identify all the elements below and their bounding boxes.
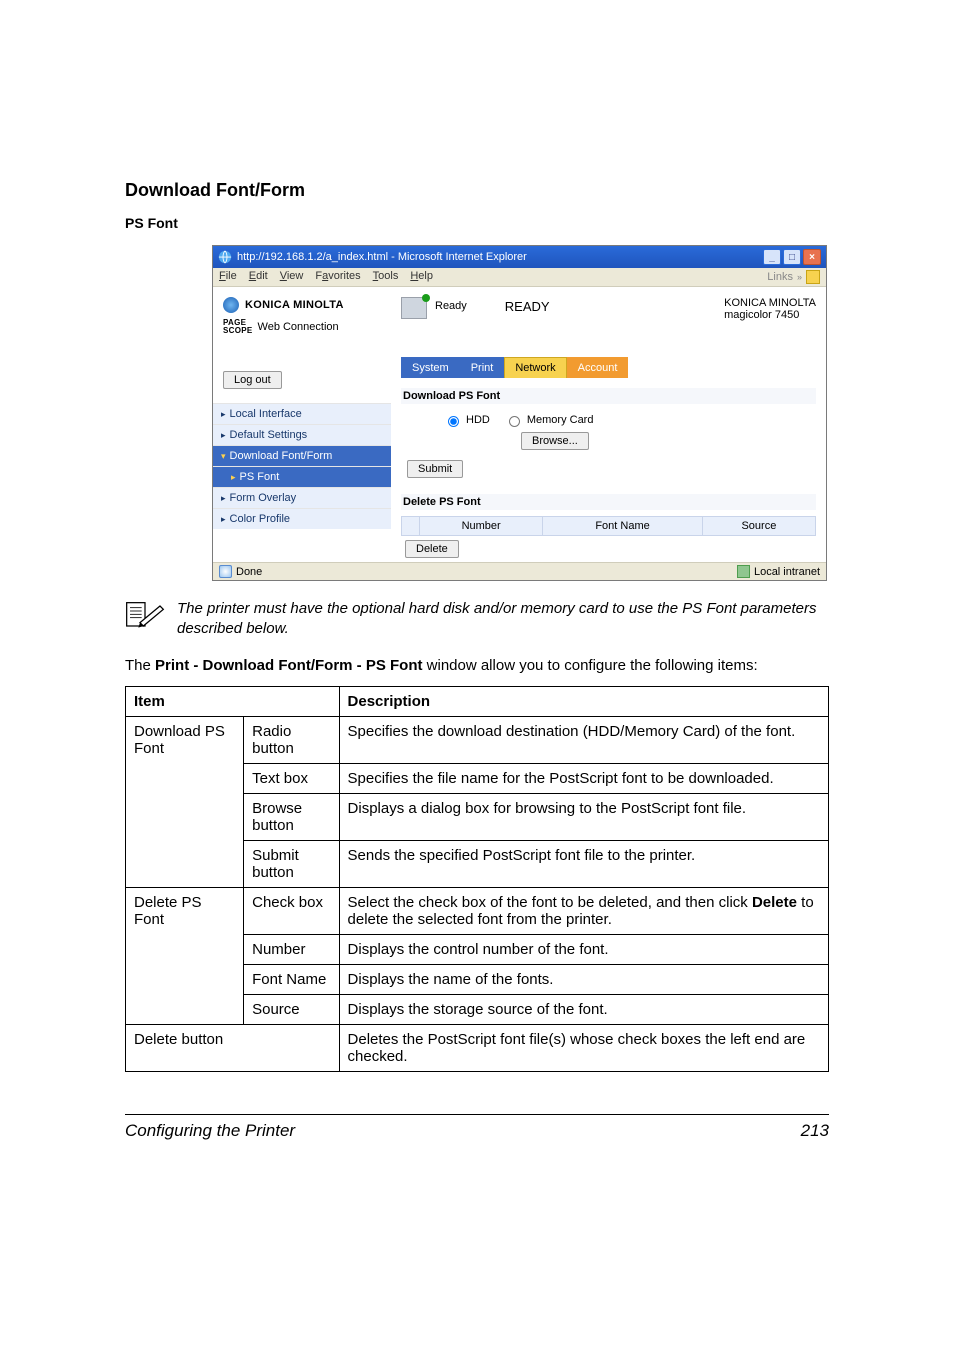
browser-window: http://192.168.1.2/a_index.html - Micros… bbox=[212, 245, 827, 581]
note-text: The printer must have the optional hard … bbox=[177, 599, 829, 640]
status-big: READY bbox=[505, 299, 550, 314]
cell-desc: Specifies the download destination (HDD/… bbox=[339, 716, 828, 763]
cell-sub: Font Name bbox=[244, 964, 339, 994]
menu-view[interactable]: View bbox=[280, 270, 304, 284]
tab-print[interactable]: Print bbox=[460, 357, 505, 378]
delete-button[interactable]: Delete bbox=[405, 540, 459, 558]
maximize-button[interactable]: □ bbox=[783, 249, 801, 265]
cell-item: Delete PS Font bbox=[126, 887, 244, 1024]
logout-button[interactable]: Log out bbox=[223, 371, 282, 389]
status-zone: Local intranet bbox=[754, 566, 820, 578]
pagescope-badge: PAGESCOPE bbox=[223, 319, 253, 335]
col-source: Source bbox=[702, 517, 815, 536]
nav-color-profile[interactable]: Color Profile bbox=[213, 508, 391, 529]
delete-section-title: Delete PS Font bbox=[401, 494, 816, 510]
window-title: http://192.168.1.2/a_index.html - Micros… bbox=[237, 251, 758, 263]
browse-button[interactable]: Browse... bbox=[521, 432, 589, 450]
header-item: Item bbox=[126, 686, 340, 716]
menu-favorites[interactable]: Favorites bbox=[315, 270, 360, 284]
cell-sub: Submit button bbox=[244, 840, 339, 887]
submit-button[interactable]: Submit bbox=[407, 460, 463, 478]
tab-account[interactable]: Account bbox=[567, 357, 629, 378]
cell-desc: Deletes the PostScript font file(s) whos… bbox=[339, 1024, 828, 1071]
ie-icon bbox=[218, 250, 232, 264]
globe-icon bbox=[223, 297, 239, 313]
brand-row: KONICA MINOLTA bbox=[223, 297, 383, 313]
nav-local-interface[interactable]: Local Interface bbox=[213, 403, 391, 424]
cell-desc: Specifies the file name for the PostScri… bbox=[339, 763, 828, 793]
menu-edit[interactable]: Edit bbox=[249, 270, 268, 284]
cell-desc: Displays the storage source of the font. bbox=[339, 994, 828, 1024]
cell-desc: Select the check box of the font to be d… bbox=[339, 887, 828, 934]
cell-item: Delete button bbox=[126, 1024, 340, 1071]
footer-page: 213 bbox=[801, 1121, 829, 1141]
done-icon bbox=[219, 565, 232, 578]
cell-desc: Displays the control number of the font. bbox=[339, 934, 828, 964]
nav-download-font-form[interactable]: Download Font/Form bbox=[213, 445, 391, 466]
section-heading: Download Font/Form bbox=[125, 180, 829, 201]
cell-sub: Browse button bbox=[244, 793, 339, 840]
body-text: The Print - Download Font/Form - PS Font… bbox=[125, 656, 829, 676]
col-number: Number bbox=[420, 517, 543, 536]
nav-default-settings[interactable]: Default Settings bbox=[213, 424, 391, 445]
status-small: Ready bbox=[435, 300, 467, 312]
links-label[interactable]: Links» bbox=[767, 270, 820, 284]
nav-form-overlay[interactable]: Form Overlay bbox=[213, 487, 391, 508]
tab-network[interactable]: Network bbox=[504, 357, 566, 378]
close-button[interactable]: × bbox=[803, 249, 821, 265]
nav-ps-font[interactable]: PS Font bbox=[213, 466, 391, 487]
menu-help[interactable]: Help bbox=[410, 270, 433, 284]
titlebar: http://192.168.1.2/a_index.html - Micros… bbox=[213, 246, 826, 268]
cell-desc: Displays the name of the fonts. bbox=[339, 964, 828, 994]
printer-icon bbox=[401, 297, 427, 319]
download-section-title: Download PS Font bbox=[401, 388, 816, 404]
tabs: System Print Network Account bbox=[401, 357, 816, 378]
cell-sub: Check box bbox=[244, 887, 339, 934]
radio-hdd[interactable]: HDD bbox=[443, 413, 490, 427]
radio-memory-card[interactable]: Memory Card bbox=[504, 413, 594, 427]
web-connection: PAGESCOPE Web Connection bbox=[223, 319, 383, 335]
sub-heading: PS Font bbox=[125, 215, 829, 231]
delete-font-table: Number Font Name Source bbox=[401, 516, 816, 536]
menu-bar: File Edit View Favorites Tools Help Link… bbox=[213, 268, 826, 287]
page-footer: Configuring the Printer 213 bbox=[125, 1114, 829, 1141]
cell-sub: Number bbox=[244, 934, 339, 964]
intranet-icon bbox=[737, 565, 750, 578]
note-icon bbox=[125, 601, 165, 628]
links-icon bbox=[806, 270, 820, 284]
tab-system[interactable]: System bbox=[401, 357, 460, 378]
header-description: Description bbox=[339, 686, 828, 716]
cell-sub: Source bbox=[244, 994, 339, 1024]
menu-tools[interactable]: Tools bbox=[373, 270, 399, 284]
product-info: KONICA MINOLTA magicolor 7450 bbox=[724, 297, 816, 321]
minimize-button[interactable]: _ bbox=[763, 249, 781, 265]
parameters-table: Item Description Download PS Font Radio … bbox=[125, 686, 829, 1072]
cell-sub: Radio button bbox=[244, 716, 339, 763]
brand-text: KONICA MINOLTA bbox=[245, 299, 344, 311]
cell-desc: Sends the specified PostScript font file… bbox=[339, 840, 828, 887]
col-font-name: Font Name bbox=[543, 517, 702, 536]
status-done: Done bbox=[236, 566, 262, 578]
menu-file[interactable]: File bbox=[219, 270, 237, 284]
footer-title: Configuring the Printer bbox=[125, 1121, 295, 1141]
cell-sub: Text box bbox=[244, 763, 339, 793]
status-bar: Done Local intranet bbox=[213, 562, 826, 580]
cell-item: Download PS Font bbox=[126, 716, 244, 887]
cell-desc: Displays a dialog box for browsing to th… bbox=[339, 793, 828, 840]
